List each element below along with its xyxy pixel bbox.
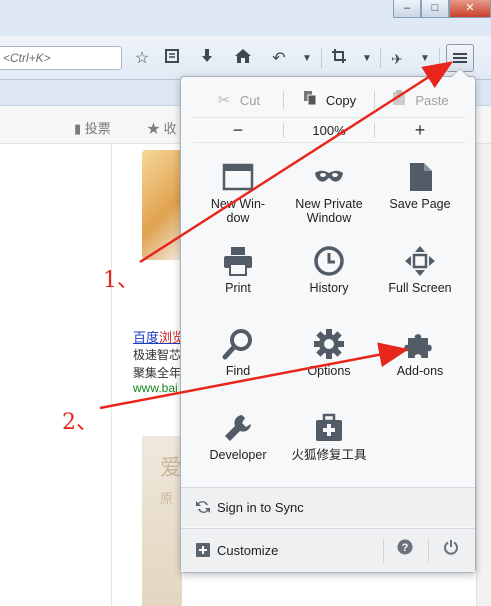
annotation-arrow-2: [99, 342, 409, 410]
annotation-arrow-1: [139, 61, 454, 264]
annotation-label-2: 2、: [62, 410, 98, 435]
annotation-label-1: 1、: [103, 268, 139, 293]
annotation-arrows: [99, 61, 454, 410]
